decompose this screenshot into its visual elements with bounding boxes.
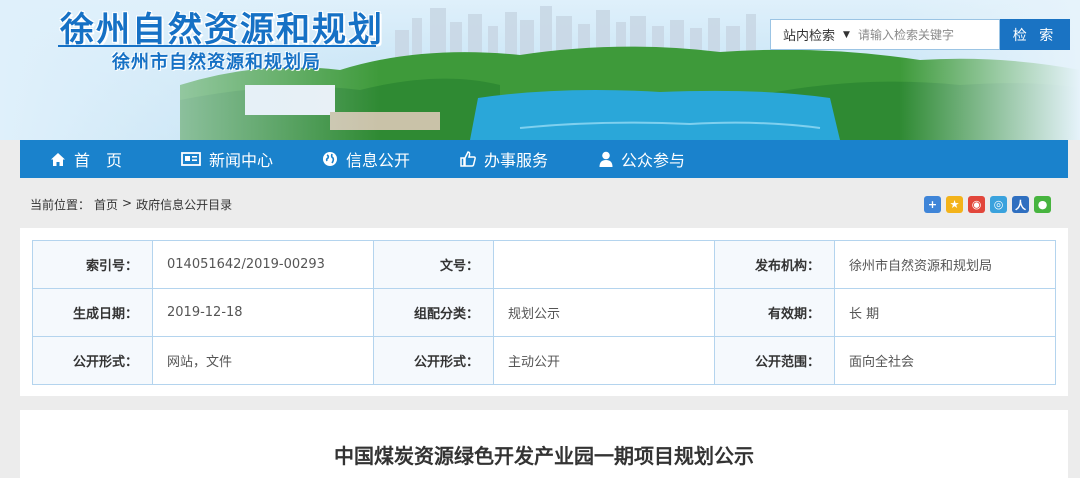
index-number-label: 索引号： (32, 240, 153, 289)
created-date-value: 2019-12-18 (152, 288, 374, 337)
publisher-value: 徐州市自然资源和规划局 (834, 240, 1056, 289)
disclosure-mode-label: 公开形式： (373, 336, 494, 385)
add-icon[interactable]: + (924, 196, 941, 213)
nav-item-services[interactable]: 办事服务 (460, 140, 548, 178)
nav-item-home[interactable]: 首 页 (50, 140, 122, 178)
article-title: 中国煤炭资源绿色开发产业园一期项目规划公示 (334, 444, 754, 468)
table-row: 索引号： 014051642/2019-00293 文号： 发布机构： 徐州市自… (32, 240, 1056, 289)
nav-label: 公众参与 (621, 151, 686, 170)
index-number-value: 014051642/2019-00293 (152, 240, 374, 289)
chevron-down-icon: ▼ (843, 29, 850, 40)
doc-number-label: 文号： (373, 240, 494, 289)
news-icon (181, 152, 201, 166)
qzone-icon[interactable]: ★ (946, 196, 963, 213)
validity-label: 有效期： (714, 288, 835, 337)
disclosure-mode-value: 主动公开 (493, 336, 715, 385)
created-date-label: 生成日期： (32, 288, 153, 337)
disclosure-form-value: 网站，文件 (152, 336, 374, 385)
nav-label: 办事服务 (484, 151, 549, 170)
user-icon (599, 151, 613, 167)
document-info-table: 索引号： 014051642/2019-00293 文号： 发布机构： 徐州市自… (32, 240, 1056, 385)
main-nav: 首 页 新闻中心 信息公开 办事服务 公众参与 (20, 140, 1068, 178)
site-title: 徐州自然资源和规划 (60, 10, 384, 50)
doc-number-value (493, 240, 715, 289)
nav-label: 首 页 (74, 151, 123, 170)
table-row: 生成日期： 2019-12-18 组配分类： 规划公示 有效期： 长 期 (32, 288, 1056, 337)
site-subtitle: 徐州市自然资源和规划局 (112, 52, 321, 73)
table-row: 公开形式： 网站，文件 公开形式： 主动公开 公开范围： 面向全社会 (32, 336, 1056, 385)
disclosure-scope-label: 公开范围： (714, 336, 835, 385)
category-value: 规划公示 (493, 288, 715, 337)
breadcrumb-current[interactable]: 政府信息公开目录 (136, 196, 232, 213)
weibo-icon[interactable]: ◉ (968, 196, 985, 213)
breadcrumb-separator: > (122, 196, 133, 210)
breadcrumb-home-link[interactable]: 首页 (94, 196, 118, 213)
search-button[interactable]: 检 索 (1000, 19, 1070, 50)
tencent-weibo-icon[interactable]: ◎ (990, 196, 1007, 213)
publisher-label: 发布机构： (714, 240, 835, 289)
nav-label: 新闻中心 (209, 151, 274, 170)
search-scope-label: 站内检索 (783, 29, 836, 44)
search-input[interactable] (850, 19, 1000, 50)
share-toolbar: + ★ ◉ ◎ 人 ● (924, 196, 1051, 213)
nav-item-news[interactable]: 新闻中心 (181, 140, 273, 178)
breadcrumb-prefix: 当前位置： (30, 198, 91, 212)
home-icon (51, 152, 65, 166)
category-label: 组配分类： (373, 288, 494, 337)
document-info-panel: 索引号： 014051642/2019-00293 文号： 发布机构： 徐州市自… (20, 228, 1068, 396)
validity-value: 长 期 (834, 288, 1056, 337)
breadcrumb: 当前位置： 首页 > 政府信息公开目录 (30, 196, 232, 213)
disclosure-scope-value: 面向全社会 (834, 336, 1056, 385)
wechat-icon[interactable]: ● (1034, 196, 1051, 213)
globe-icon (323, 152, 337, 166)
renren-icon[interactable]: 人 (1012, 196, 1029, 213)
site-search: 站内检索 ▼ 检 索 (770, 19, 1070, 50)
nav-item-public-participation[interactable]: 公众参与 (599, 140, 685, 178)
nav-item-info-disclosure[interactable]: 信息公开 (322, 140, 410, 178)
title-divider (58, 45, 376, 47)
search-scope-dropdown[interactable]: 站内检索 ▼ (770, 19, 850, 50)
thumbs-up-icon (460, 151, 476, 167)
article-content: 中国煤炭资源绿色开发产业园一期项目规划公示 (20, 410, 1068, 478)
disclosure-form-label: 公开形式： (32, 336, 153, 385)
nav-label: 信息公开 (346, 151, 411, 170)
